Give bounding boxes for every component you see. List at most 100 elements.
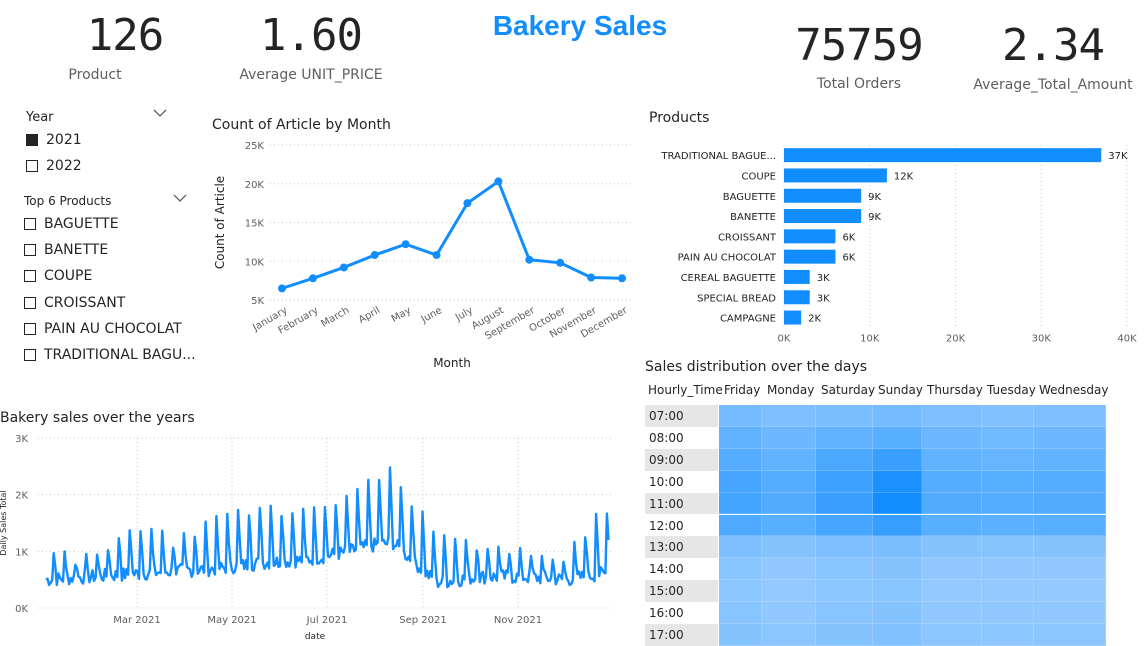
heatmap-cell[interactable]	[873, 536, 922, 559]
heatmap-cell[interactable]	[762, 470, 816, 493]
heatmap-cell[interactable]	[873, 426, 922, 449]
heatmap-cell[interactable]	[719, 492, 762, 515]
heatmap-cell[interactable]	[762, 426, 816, 449]
heatmap-cell[interactable]	[1034, 492, 1106, 515]
heatmap-cell[interactable]	[1034, 470, 1106, 493]
heatmap-cell[interactable]	[982, 580, 1034, 603]
checkbox-checked[interactable]	[26, 134, 38, 146]
heatmap-cell[interactable]	[762, 492, 816, 515]
heatmap-cell[interactable]	[873, 470, 922, 493]
heatmap-cell[interactable]	[762, 558, 816, 581]
chevron-down-icon[interactable]	[173, 193, 187, 206]
product-item-coupe[interactable]: COUPE	[24, 268, 92, 284]
heatmap-cell[interactable]	[982, 470, 1034, 493]
heatmap-cell[interactable]	[922, 514, 982, 537]
data-point	[432, 251, 441, 260]
product-item-croissant[interactable]: CROISSANT	[24, 295, 125, 311]
checkbox[interactable]	[26, 160, 38, 172]
heatmap-cell[interactable]	[873, 558, 922, 581]
y-axis-title: Count of Article	[213, 176, 227, 269]
heatmap-cell[interactable]	[816, 492, 873, 515]
heatmap-cell[interactable]	[873, 492, 922, 515]
product-item-banette[interactable]: BANETTE	[24, 242, 108, 258]
heatmap-cell[interactable]	[922, 405, 982, 427]
checkbox[interactable]	[24, 323, 36, 335]
monthly-line-chart[interactable]: 5K10K15K20K25KJanuaryFebruary March April M…	[205, 135, 635, 375]
heatmap-cell[interactable]	[982, 426, 1034, 449]
heatmap-cell[interactable]	[982, 405, 1034, 427]
x-axis-title: Month	[433, 356, 471, 370]
checkbox[interactable]	[24, 270, 36, 282]
heatmap-cell[interactable]	[873, 405, 922, 427]
heatmap-row-header: Hourly_Time	[648, 383, 723, 397]
heatmap-cell[interactable]	[873, 514, 922, 537]
heatmap-cell[interactable]	[982, 492, 1034, 515]
heatmap-cell[interactable]	[719, 602, 762, 624]
category-label: CEREAL BAGUETTE	[681, 273, 776, 284]
heatmap-cell[interactable]	[719, 426, 762, 449]
heatmap-cell[interactable]	[922, 580, 982, 603]
heatmap-cell[interactable]	[1034, 426, 1106, 449]
year-item-2021[interactable]: 2021	[26, 132, 82, 148]
heatmap-row-label: 08:00	[645, 426, 718, 449]
heatmap-cell[interactable]	[1034, 602, 1106, 624]
heatmap-cell[interactable]	[1034, 514, 1106, 537]
heatmap-cell[interactable]	[922, 426, 982, 449]
heatmap-cell[interactable]	[762, 536, 816, 559]
heatmap-cell[interactable]	[719, 470, 762, 493]
heatmap-cell[interactable]	[873, 580, 922, 603]
heatmap-cell[interactable]	[816, 536, 873, 559]
heatmap-cell[interactable]	[982, 602, 1034, 624]
heatmap-cell[interactable]	[982, 514, 1034, 537]
heatmap-cell[interactable]	[1034, 448, 1106, 471]
heatmap-cell[interactable]	[719, 405, 762, 427]
heatmap-cell[interactable]	[816, 405, 873, 427]
products-bar-chart[interactable]: 0K 10K 20K 30K 40K TRADITIONAL BAGUE... 37K COU…	[645, 135, 1140, 355]
product-item-pain-au-chocolat[interactable]: PAIN AU CHOCOLAT	[24, 321, 182, 337]
heatmap-cell[interactable]	[982, 448, 1034, 471]
yearly-chart-title: Bakery sales over the years	[0, 410, 195, 426]
heatmap-cell[interactable]	[719, 536, 762, 559]
heatmap-cell[interactable]	[982, 536, 1034, 559]
heatmap-cell[interactable]	[816, 470, 873, 493]
product-item-traditional-baguette[interactable]: TRADITIONAL BAGU...	[24, 347, 196, 363]
heatmap-cell[interactable]	[1034, 405, 1106, 427]
heatmap-cell[interactable]	[816, 448, 873, 471]
checkbox[interactable]	[24, 297, 36, 309]
heatmap-cell[interactable]	[762, 405, 816, 427]
heatmap-cell[interactable]	[719, 514, 762, 537]
year-item-2022[interactable]: 2022	[26, 158, 82, 174]
heatmap-cell[interactable]	[719, 558, 762, 581]
heatmap-cell[interactable]	[719, 448, 762, 471]
checkbox[interactable]	[24, 244, 36, 256]
checkbox[interactable]	[24, 349, 36, 361]
heatmap-cell[interactable]	[922, 470, 982, 493]
heatmap-cell[interactable]	[922, 448, 982, 471]
heatmap-cell[interactable]	[816, 558, 873, 581]
chevron-down-icon[interactable]	[153, 108, 167, 121]
heatmap-cell[interactable]	[719, 580, 762, 603]
heatmap-cell[interactable]	[922, 602, 982, 624]
heatmap-cell[interactable]	[922, 536, 982, 559]
heatmap-cell[interactable]	[1034, 558, 1106, 581]
heatmap-cell[interactable]	[922, 558, 982, 581]
heatmap-cell[interactable]	[762, 580, 816, 603]
heatmap-cell[interactable]	[922, 492, 982, 515]
heatmap-cell[interactable]	[982, 558, 1034, 581]
heatmap-cell[interactable]	[816, 602, 873, 624]
heatmap-cell[interactable]	[762, 514, 816, 537]
checkbox[interactable]	[24, 218, 36, 230]
product-item-baguette[interactable]: BAGUETTE	[24, 216, 119, 232]
heatmap-cell[interactable]	[873, 602, 922, 624]
heatmap-cell[interactable]	[1034, 580, 1106, 603]
heatmap-cell[interactable]	[873, 448, 922, 471]
heatmap-cell[interactable]	[816, 514, 873, 537]
heatmap-cell[interactable]	[762, 602, 816, 624]
category-label: TRADITIONAL BAGUE...	[660, 151, 776, 162]
heatmap-cell[interactable]	[816, 426, 873, 449]
heatmap-cell[interactable]	[1034, 536, 1106, 559]
heatmap-column-label: Tuesday	[987, 383, 1036, 397]
heatmap-cell[interactable]	[816, 580, 873, 603]
heatmap-cell[interactable]	[762, 448, 816, 471]
yearly-sales-line-chart[interactable]: 0K 1K 2K 3K Mar 2021 May 2021 Jul 2021 Sep 2021…	[0, 428, 625, 643]
